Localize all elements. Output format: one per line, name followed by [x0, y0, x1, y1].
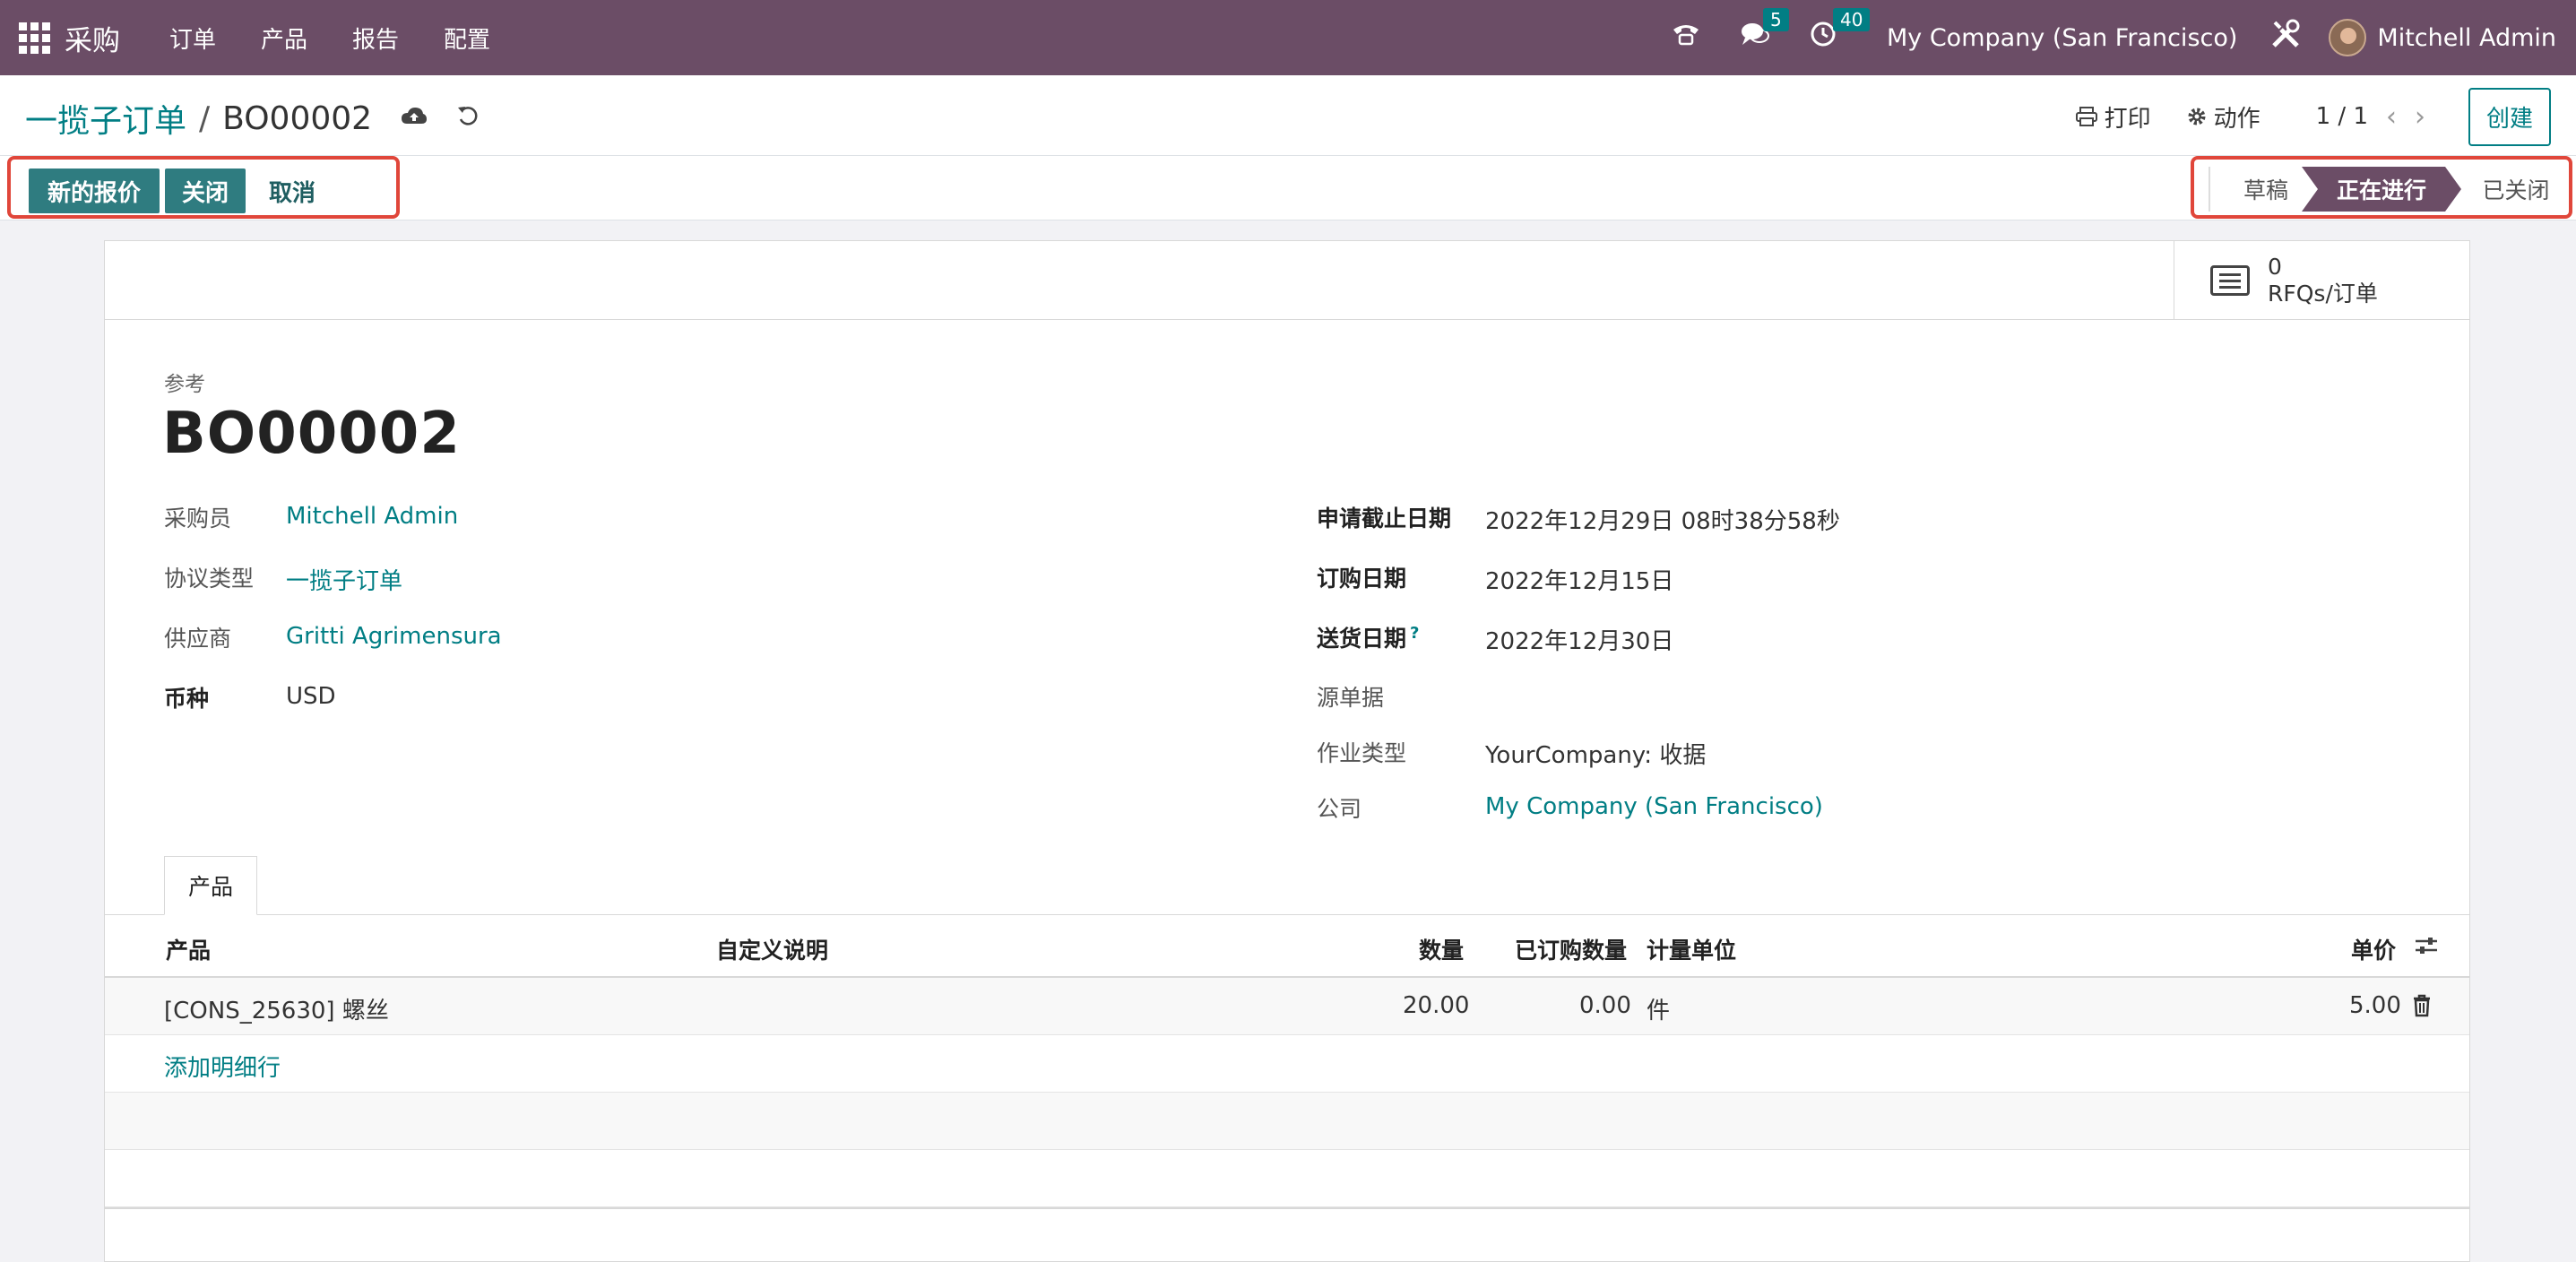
form-sheet: 0 RFQs/订单 参考 BO00002 采购员 Mitchell Admin … — [104, 240, 2470, 1262]
cell-unit-price[interactable]: 5.00 — [2349, 992, 2401, 1019]
button-box: 0 RFQs/订单 — [105, 241, 2469, 320]
header-uom[interactable]: 计量单位 — [1647, 933, 1736, 965]
header-quantity[interactable]: 数量 — [1419, 933, 1464, 965]
company-switcher[interactable]: My Company (San Francisco) — [1887, 24, 2237, 52]
field-label-vendor: 供应商 — [164, 626, 232, 652]
field-label-currency: 币种 — [164, 686, 210, 712]
menu-orders[interactable]: 订单 — [169, 22, 216, 55]
breadcrumb: 一揽子订单 / BO00002 — [25, 95, 480, 142]
action-button[interactable]: 动作 — [2187, 100, 2260, 134]
delivery-date-label-text: 送货日期 — [1317, 626, 1407, 652]
agreement-type-field[interactable]: 一揽子订单 — [286, 563, 402, 596]
user-menu[interactable]: Mitchell Admin — [2377, 24, 2556, 52]
field-label-order-date: 订购日期 — [1317, 566, 1407, 592]
stage-draft[interactable]: 草稿 — [2221, 167, 2311, 212]
breadcrumb-separator: / — [199, 99, 211, 137]
navbar-systray: 5 40 My Company (San Francisco) Mitchell… — [1652, 0, 2576, 75]
field-label-delivery-date: 送货日期? — [1317, 621, 1419, 653]
cell-uom[interactable]: 件 — [1647, 992, 1670, 1025]
breadcrumb-parent[interactable]: 一揽子订单 — [25, 95, 186, 142]
smart-button-label: RFQs/订单 — [2268, 281, 2378, 307]
tab-products[interactable]: 产品 — [164, 856, 257, 915]
add-line-link[interactable]: 添加明细行 — [164, 1050, 281, 1083]
close-button[interactable]: 关闭 — [165, 169, 246, 213]
tools-icon[interactable] — [2269, 18, 2302, 58]
field-label-company: 公司 — [1317, 796, 1362, 822]
control-panel-right: 打印 动作 1 / 1 ‹ › 创建 — [2040, 87, 2551, 146]
chevron-left-icon[interactable]: ‹ — [2386, 101, 2397, 133]
table-row[interactable]: [CONS_25630] 螺丝 20.00 0.00 件 5.00 — [105, 978, 2469, 1035]
print-label: 打印 — [2104, 105, 2151, 133]
header-unit-price[interactable]: 单价 — [2351, 933, 2396, 965]
gear-icon — [2188, 108, 2206, 125]
smart-button-count: 0 — [2268, 254, 2282, 280]
field-label-buyer: 采购员 — [164, 506, 232, 532]
menu-products[interactable]: 产品 — [261, 22, 307, 55]
control-panel: 一揽子订单 / BO00002 打印 动作 1 / 1 ‹ › 创建 — [0, 75, 2576, 156]
company-field[interactable]: My Company (San Francisco) — [1485, 793, 1823, 820]
chevron-right-icon[interactable]: › — [2415, 101, 2425, 133]
rfq-orders-smart-button[interactable]: 0 RFQs/订单 — [2174, 241, 2469, 320]
header-description[interactable]: 自定义说明 — [716, 933, 828, 965]
deadline-field[interactable]: 2022年12月29日 08时38分58秒 — [1485, 503, 1840, 536]
new-quotation-button[interactable]: 新的报价 — [29, 169, 160, 213]
stage-pipeline-highlight: 草稿 正在进行 已关闭 — [2191, 156, 2572, 219]
vendor-field[interactable]: Gritti Agrimensura — [286, 623, 502, 650]
app-name[interactable]: 采购 — [65, 18, 120, 58]
empty-row — [105, 1093, 2469, 1150]
stage-in-progress[interactable]: 正在进行 — [2302, 167, 2461, 212]
table-header: 产品 自定义说明 数量 已订购数量 计量单位 单价 — [105, 915, 2469, 978]
clock-icon[interactable]: 40 — [1810, 8, 1871, 55]
chat-icon[interactable]: 5 — [1740, 8, 1789, 55]
activities-badge: 40 — [1832, 8, 1871, 31]
cancel-button[interactable]: 取消 — [269, 169, 316, 213]
order-date-field[interactable]: 2022年12月15日 — [1485, 563, 1673, 596]
buyer-field[interactable]: Mitchell Admin — [286, 503, 458, 530]
stage-closed[interactable]: 已关闭 — [2463, 167, 2569, 212]
phone-icon[interactable] — [1672, 21, 1700, 55]
field-label-deadline: 申请截止日期 — [1317, 506, 1452, 532]
cell-ordered-quantity: 0.00 — [1579, 992, 1631, 1019]
reference-name[interactable]: BO00002 — [162, 401, 461, 467]
top-navbar: 采购 订单 产品 报告 配置 5 40 My Company (San Fran… — [0, 0, 2576, 75]
currency-field[interactable]: USD — [286, 683, 336, 710]
header-product[interactable]: 产品 — [166, 933, 211, 965]
field-label-agreement-type: 协议类型 — [164, 566, 255, 592]
reference-label: 参考 — [164, 373, 205, 396]
cloud-upload-icon[interactable] — [401, 103, 428, 134]
action-buttons-highlight: 新的报价 关闭 取消 — [7, 156, 400, 219]
status-bar: 新的报价 关闭 取消 草稿 正在进行 已关闭 — [0, 156, 2576, 220]
print-icon — [2075, 107, 2097, 126]
trash-icon[interactable] — [2412, 994, 2432, 1024]
empty-row — [105, 1150, 2469, 1207]
undo-icon[interactable] — [456, 103, 480, 134]
menu-configuration[interactable]: 配置 — [444, 22, 490, 55]
stage-divider — [2209, 167, 2210, 212]
sliders-icon[interactable] — [2414, 935, 2439, 962]
avatar[interactable] — [2329, 19, 2367, 56]
add-line-row: 添加明细行 — [105, 1035, 2469, 1093]
field-label-operation-type: 作业类型 — [1317, 740, 1407, 766]
header-ordered-quantity[interactable]: 已订购数量 — [1515, 933, 1627, 965]
apps-grid-icon[interactable] — [16, 20, 52, 56]
menu-reports[interactable]: 报告 — [352, 22, 399, 55]
operation-type-field[interactable]: YourCompany: 收据 — [1485, 737, 1706, 770]
action-label: 动作 — [2213, 105, 2260, 133]
breadcrumb-current: BO00002 — [222, 99, 373, 137]
help-tooltip-icon[interactable]: ? — [1410, 624, 1419, 643]
table-bottom-border — [105, 1207, 2469, 1209]
cell-product[interactable]: [CONS_25630] 螺丝 — [164, 992, 389, 1025]
smart-button-text: 0 RFQs/订单 — [2268, 254, 2378, 307]
list-icon — [2210, 265, 2250, 296]
cell-quantity[interactable]: 20.00 — [1403, 992, 1469, 1019]
pager-value[interactable]: 1 / 1 — [2316, 103, 2368, 130]
delivery-date-field[interactable]: 2022年12月30日 — [1485, 623, 1673, 656]
print-button[interactable]: 打印 — [2075, 100, 2151, 134]
messages-badge: 5 — [1762, 8, 1789, 31]
field-label-source-document: 源单据 — [1317, 685, 1385, 711]
create-button[interactable]: 创建 — [2468, 87, 2551, 146]
